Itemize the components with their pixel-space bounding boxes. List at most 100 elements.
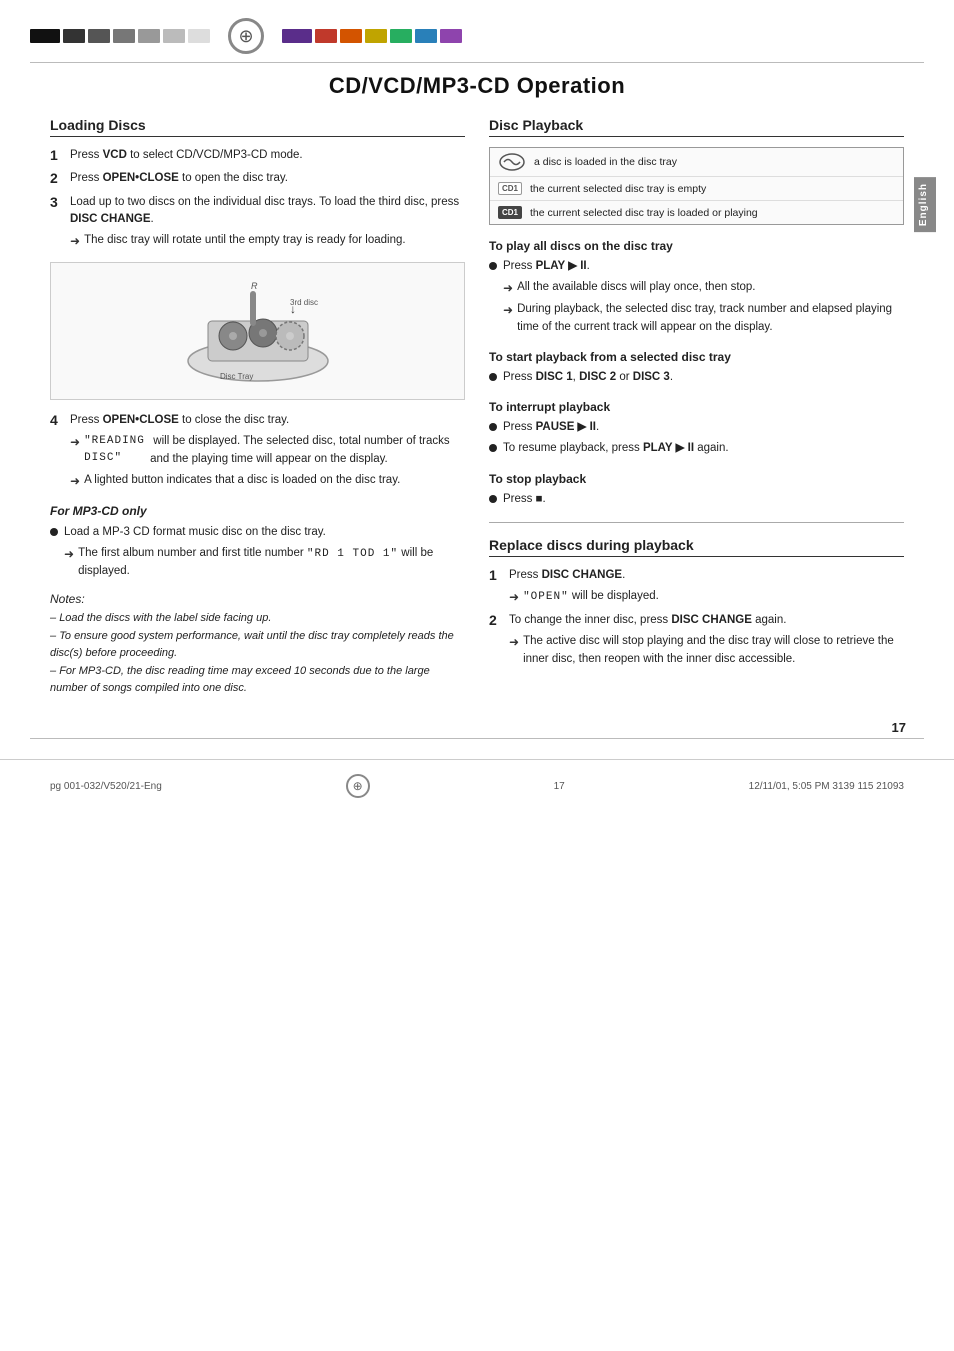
footer-center-page: 17 (554, 781, 565, 792)
loading-steps-cont: 4 Press OPEN•CLOSE to close the disc tra… (50, 412, 465, 490)
notes-heading: Notes: (50, 592, 465, 606)
bar-seg (365, 29, 387, 43)
svg-text:3rd disc: 3rd disc (290, 298, 318, 307)
arrow-item: ➜ During playback, the selected disc tra… (503, 301, 904, 336)
step-number: 2 (489, 612, 503, 628)
arrow-item: ➜ All the available discs will play once… (503, 279, 904, 297)
replace-steps: 1 Press DISC CHANGE. ➜ "OPEN" will be di… (489, 567, 904, 668)
start-selected-section: To start playback from a selected disc t… (489, 350, 904, 386)
step-number: 4 (50, 412, 64, 428)
arrow-symbol: ➜ (509, 588, 519, 606)
list-item: 2 To change the inner disc, press DISC C… (489, 612, 904, 668)
bar-seg (282, 29, 312, 43)
interrupt-heading: To interrupt playback (489, 400, 904, 414)
bar-seg (163, 29, 185, 43)
footer-compass-icon: ⊕ (346, 774, 370, 798)
stop-section: To stop playback Press ■. (489, 472, 904, 508)
bullet-content: Press ■. (503, 491, 904, 508)
arrow-symbol: ➜ (503, 301, 513, 319)
bullet-item: Press ■. (489, 491, 904, 508)
compass-icon: ⊕ (228, 18, 264, 54)
list-item: To ensure good system performance, wait … (50, 628, 465, 661)
main-columns: Loading Discs 1 Press VCD to select CD/V… (50, 117, 904, 698)
play-all-heading: To play all discs on the disc tray (489, 239, 904, 253)
step-content: To change the inner disc, press DISC CHA… (509, 612, 904, 668)
arrow-text: "OPEN" will be displayed. (523, 588, 659, 606)
page-footer: pg 001-032/V520/21-Eng ⊕ 17 12/11/01, 5:… (0, 759, 954, 798)
stop-heading: To stop playback (489, 472, 904, 486)
arrow-symbol: ➜ (509, 633, 519, 651)
list-item: Load the discs with the label side facin… (50, 610, 465, 627)
disc-status-row: CD1 the current selected disc tray is lo… (490, 201, 903, 224)
right-bar-segments (282, 29, 462, 43)
bullet-item: Press PLAY ▶ II. (489, 258, 904, 275)
disc-tray-svg: R Disc Tray ↓ 3rd disc (178, 271, 338, 391)
arrow-item: ➜ The first album number and first title… (64, 545, 465, 580)
bullet-dot (50, 528, 58, 536)
bullet-content: Press DISC 1, DISC 2 or DISC 3. (503, 369, 904, 386)
section-divider (489, 522, 904, 523)
start-selected-heading: To start playback from a selected disc t… (489, 350, 904, 364)
arrow-text: "READING DISC" (84, 433, 146, 466)
footer-left-text: pg 001-032/V520/21-Eng (50, 781, 162, 792)
list-item: For MP3-CD, the disc reading time may ex… (50, 663, 465, 696)
step-content: Press VCD to select CD/VCD/MP3-CD mode. (70, 147, 465, 164)
play-all-section: To play all discs on the disc tray Press… (489, 239, 904, 336)
right-column: English Disc Playback a disc is loaded i… (489, 117, 904, 674)
bullet-item: To resume playback, press PLAY ▶ II agai… (489, 440, 904, 457)
list-item: 4 Press OPEN•CLOSE to close the disc tra… (50, 412, 465, 490)
bar-seg (415, 29, 437, 43)
top-bar: ⊕ (0, 0, 954, 54)
mp3-heading: For MP3-CD only (50, 504, 465, 518)
arrow-item: ➜ The active disc will stop playing and … (509, 633, 904, 668)
replace-discs-heading: Replace discs during playback (489, 537, 904, 557)
disc-status-text: a disc is loaded in the disc tray (534, 156, 677, 168)
arrow-text: During playback, the selected disc tray,… (517, 301, 904, 336)
mp3-section: For MP3-CD only Load a MP-3 CD format mu… (50, 504, 465, 580)
step-content: Load up to two discs on the individual d… (70, 194, 465, 251)
bullet-dot (489, 373, 497, 381)
disc-status-text: the current selected disc tray is loaded… (530, 207, 758, 219)
arrow-text: The active disc will stop playing and th… (523, 633, 904, 668)
step-number: 3 (50, 194, 64, 210)
bullet-content: Press PAUSE ▶ II. (503, 419, 904, 436)
step-number: 1 (489, 567, 503, 583)
arrow-item: ➜ "OPEN" will be displayed. (509, 588, 904, 606)
notes-section: Notes: Load the discs with the label sid… (50, 592, 465, 697)
disc-tray-illustration: R Disc Tray ↓ 3rd disc (50, 262, 465, 400)
left-bar-segments (30, 29, 210, 43)
step-number: 1 (50, 147, 64, 163)
bullet-dot (489, 495, 497, 503)
disc-status-legend: a disc is loaded in the disc tray CD1 th… (489, 147, 904, 225)
page-number-badge: 17 (892, 720, 906, 735)
footer-right-text: 12/11/01, 5:05 PM 3139 115 21093 (749, 781, 904, 792)
arrow-symbol: ➜ (64, 545, 74, 563)
arrow-item: ➜ A lighted button indicates that a disc… (70, 472, 465, 490)
disc-status-row: CD1 the current selected disc tray is em… (490, 177, 903, 201)
step-content: Press OPEN•CLOSE to open the disc tray. (70, 170, 465, 187)
bar-seg (440, 29, 462, 43)
arrow-symbol: ➜ (70, 472, 80, 490)
disc-label-loaded: CD1 (498, 206, 522, 219)
left-column: Loading Discs 1 Press VCD to select CD/V… (50, 117, 465, 698)
arrow-symbol: ➜ (70, 433, 80, 451)
bar-seg (340, 29, 362, 43)
arrow-symbol: ➜ (503, 279, 513, 297)
disc-status-row: a disc is loaded in the disc tray (490, 148, 903, 177)
bar-seg (188, 29, 210, 43)
disc-wave-icon (498, 153, 526, 171)
step-number: 2 (50, 170, 64, 186)
arrow-item: ➜ "READING DISC" will be displayed. The … (70, 433, 465, 468)
disc-status-text: the current selected disc tray is empty (530, 183, 706, 195)
arrow-text: All the available discs will play once, … (517, 279, 755, 296)
bar-seg (315, 29, 337, 43)
language-tab: English (914, 177, 936, 232)
bullet-content: Load a MP-3 CD format music disc on the … (64, 524, 465, 580)
interrupt-section: To interrupt playback Press PAUSE ▶ II. … (489, 400, 904, 458)
bar-seg (138, 29, 160, 43)
arrow-text: The disc tray will rotate until the empt… (84, 232, 406, 249)
list-item: 2 Press OPEN•CLOSE to open the disc tray… (50, 170, 465, 187)
list-item: 1 Press DISC CHANGE. ➜ "OPEN" will be di… (489, 567, 904, 606)
bar-seg (63, 29, 85, 43)
step-content: Press DISC CHANGE. ➜ "OPEN" will be disp… (509, 567, 904, 606)
